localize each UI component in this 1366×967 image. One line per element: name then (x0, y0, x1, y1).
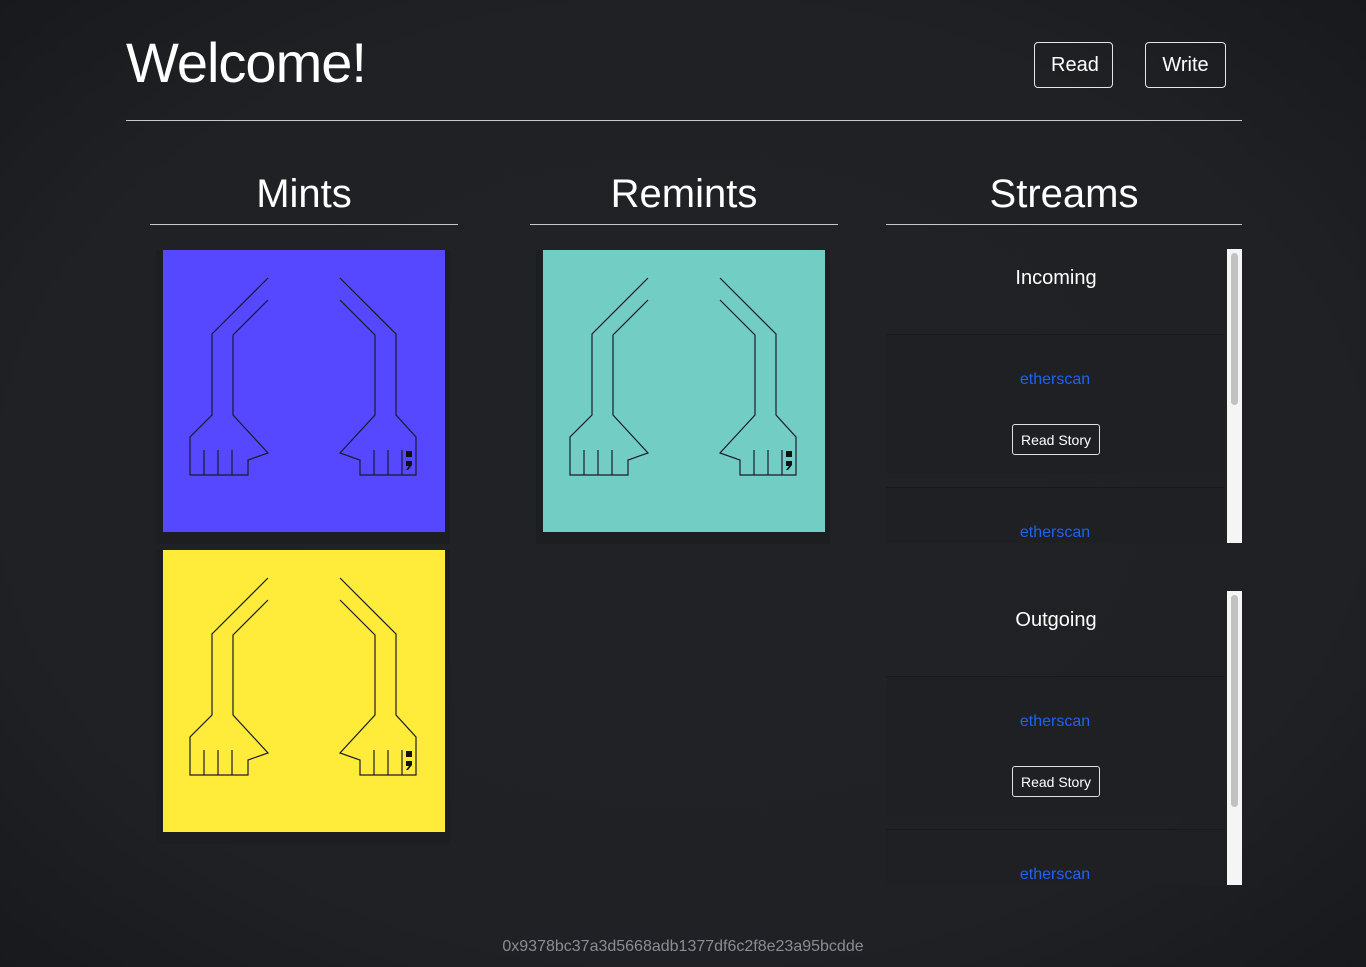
stream-item: etherscan (886, 487, 1224, 543)
mint-card[interactable] (156, 250, 450, 544)
etherscan-link[interactable]: etherscan (886, 713, 1224, 731)
remint-card[interactable] (536, 250, 830, 544)
incoming-stream-panel[interactable]: Incoming etherscan Read Story etherscan (886, 249, 1242, 543)
stream-item: etherscan Read Story (886, 676, 1224, 815)
wallet-address: 0x9378bc37a3d5668adb1377df6c2f8e23a95bcd… (502, 938, 864, 955)
etherscan-link[interactable]: etherscan (886, 524, 1224, 542)
remints-heading: Remints (530, 170, 838, 225)
mint-artwork[interactable] (163, 550, 445, 832)
mint-artwork[interactable] (163, 250, 445, 532)
page-header: Welcome! Read Write (126, 0, 1242, 121)
mint-card[interactable] (156, 550, 450, 844)
stream-item: etherscan (886, 829, 1224, 885)
read-story-button[interactable]: Read Story (1012, 766, 1100, 797)
outgoing-scrollbar[interactable] (1227, 591, 1242, 885)
etherscan-link[interactable]: etherscan (886, 371, 1224, 389)
scroll-thumb[interactable] (1231, 253, 1238, 405)
read-button[interactable]: Read (1034, 42, 1113, 88)
mints-heading: Mints (150, 170, 458, 225)
write-button[interactable]: Write (1145, 42, 1226, 88)
streams-heading: Streams (886, 170, 1242, 225)
stream-item: etherscan Read Story (886, 334, 1224, 473)
incoming-label: Incoming (1015, 267, 1097, 289)
scroll-thumb[interactable] (1231, 595, 1238, 807)
read-story-button[interactable]: Read Story (1012, 424, 1100, 455)
outgoing-stream-panel[interactable]: Outgoing etherscan Read Story etherscan (886, 591, 1242, 885)
page-title: Welcome! (126, 31, 367, 94)
etherscan-link[interactable]: etherscan (886, 866, 1224, 884)
incoming-scrollbar[interactable] (1227, 249, 1242, 543)
outgoing-label: Outgoing (1015, 609, 1097, 631)
remint-artwork[interactable] (543, 250, 825, 532)
